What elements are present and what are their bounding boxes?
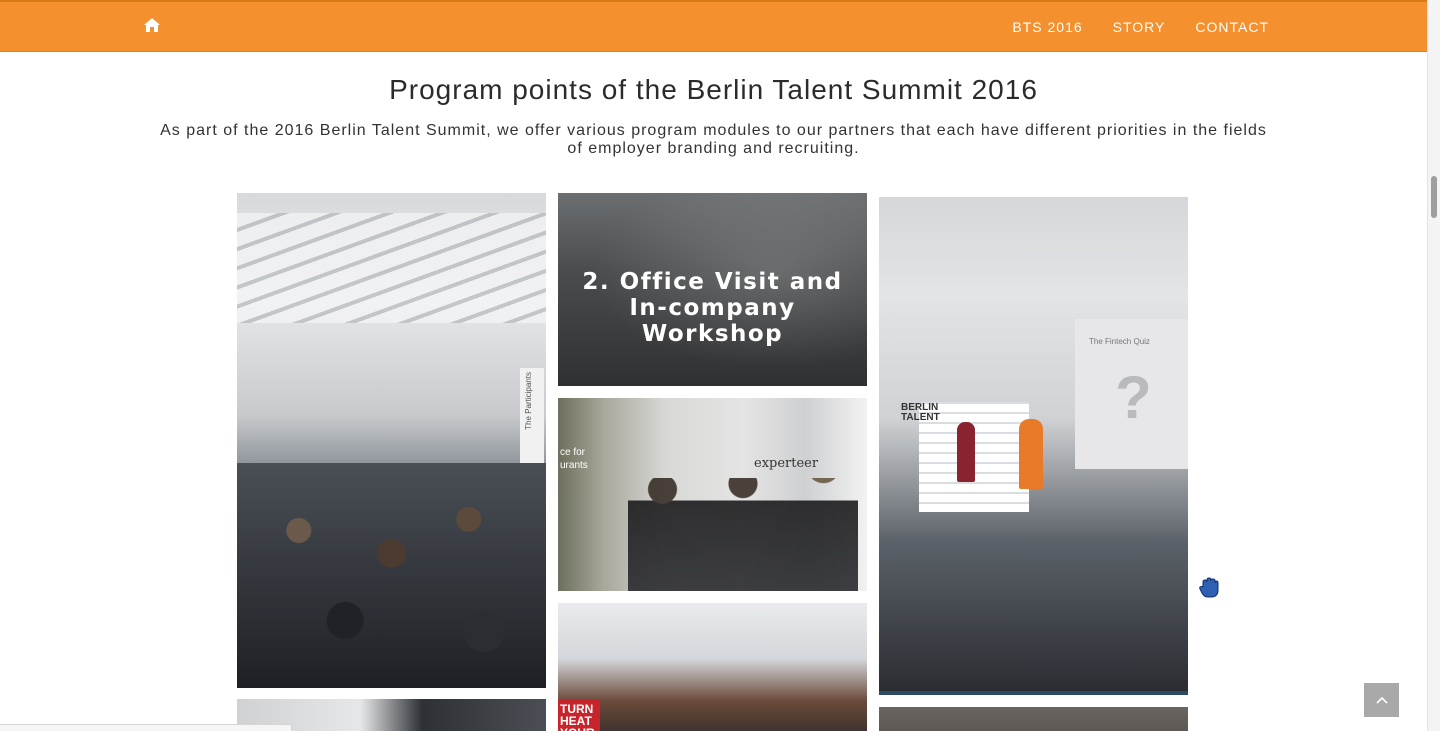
turn-heat-sign: TURN HEAT YOUR: [558, 699, 600, 731]
speaker-left: [957, 422, 975, 482]
gallery-photo-fintech-quiz[interactable]: The Fintech Quiz ? BERLIN TALENT: [879, 197, 1188, 695]
photo-ceiling: [237, 213, 546, 323]
gallery-tile-office-visit[interactable]: 2. Office Visit and In-company Workshop: [558, 193, 867, 386]
gallery-photo-conference-hall[interactable]: The Participants: [237, 193, 546, 688]
nav-link-bts-2016[interactable]: BTS 2016: [1012, 19, 1082, 35]
hand-grab-icon: [1199, 577, 1219, 599]
main-nav: BTS 2016 STORY CONTACT: [982, 2, 1269, 52]
photo-audience: [237, 463, 546, 688]
gallery-photo-networking[interactable]: ce for urants experteer: [558, 398, 867, 591]
browser-status-bar: [0, 724, 292, 731]
tile-caption-line-1: 2. Office Visit and: [582, 269, 843, 295]
back-to-top-button[interactable]: [1364, 683, 1399, 717]
photo-people: [628, 478, 858, 591]
question-mark-graphic: ?: [1115, 364, 1152, 431]
top-navbar: BTS 2016 STORY CONTACT: [0, 0, 1427, 52]
gallery-photo-partial[interactable]: [879, 707, 1188, 731]
tile-caption-line-2: In-company Workshop: [629, 295, 796, 347]
nav-link-story[interactable]: STORY: [1113, 19, 1166, 35]
chevron-up-icon: [1375, 696, 1388, 704]
gallery-photo-exhibition-hall[interactable]: TURN HEAT YOUR: [558, 603, 867, 731]
berlin-talent-logo: BERLIN TALENT: [901, 402, 940, 423]
participants-banner: The Participants: [520, 368, 544, 463]
photo-sign-text: ce for urants: [560, 447, 588, 471]
nav-link-contact[interactable]: CONTACT: [1195, 19, 1269, 35]
home-icon[interactable]: [143, 16, 161, 34]
tile-caption: 2. Office Visit and In-company Workshop: [558, 269, 867, 347]
speaker-right: [1019, 419, 1043, 489]
screen-title: The Fintech Quiz: [1089, 337, 1150, 346]
intro-text: As part of the 2016 Berlin Talent Summit…: [160, 122, 1267, 157]
scrollbar-thumb[interactable]: [1431, 176, 1437, 218]
page-scrollbar[interactable]: [1427, 0, 1440, 731]
experteer-sign: experteer: [754, 456, 819, 471]
participants-banner-text: The Participants: [524, 372, 533, 430]
page-title: Program points of the Berlin Talent Summ…: [389, 74, 1038, 105]
